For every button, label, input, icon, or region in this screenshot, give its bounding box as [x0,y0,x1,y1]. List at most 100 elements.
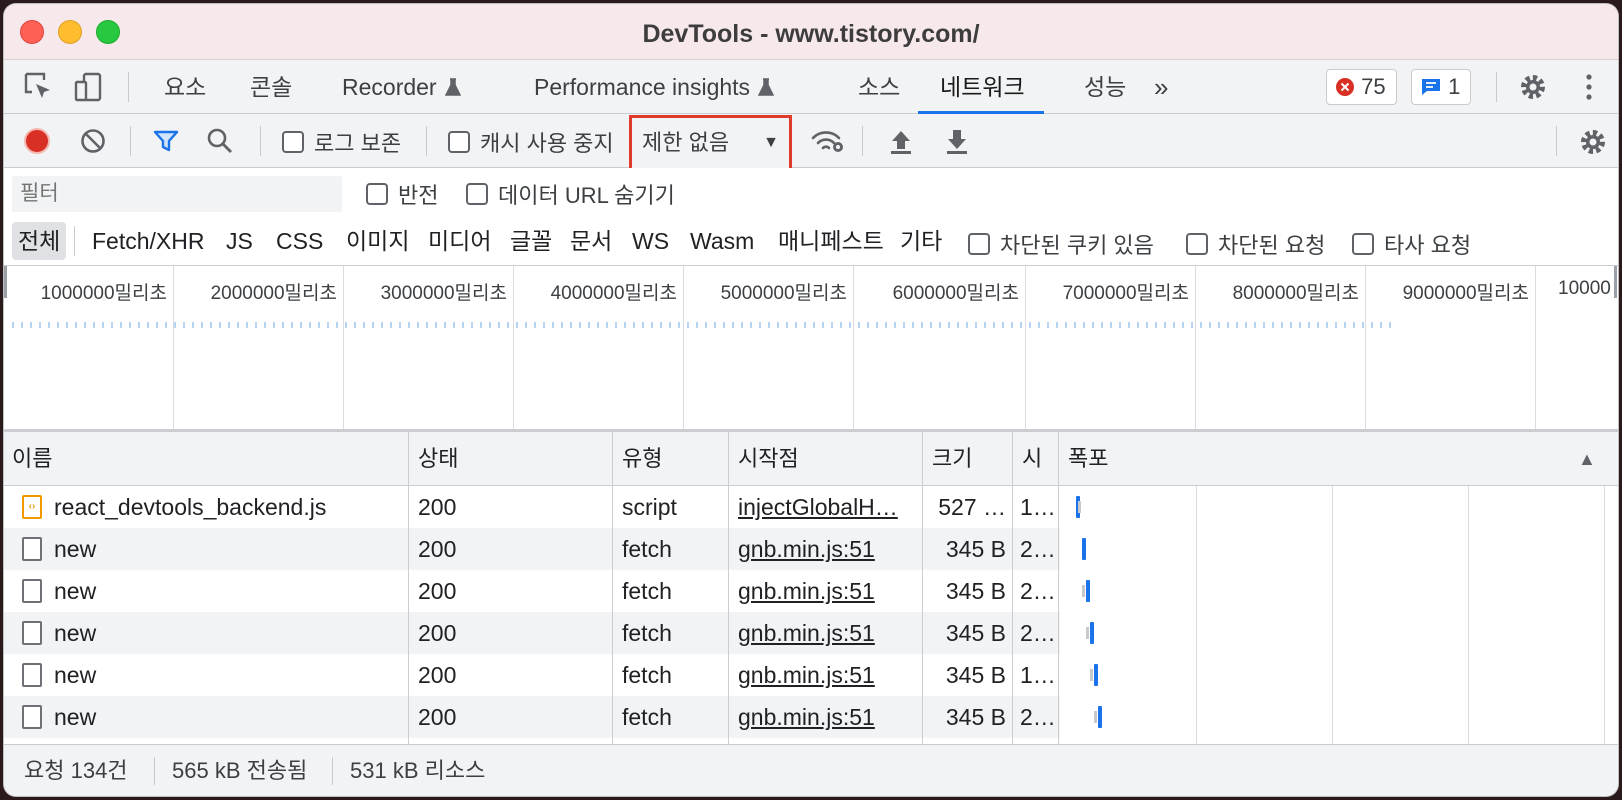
waterfall-bar [1082,538,1086,560]
device-toolbar-icon[interactable] [72,70,106,104]
column-divider[interactable] [612,432,613,744]
request-name: react_devtools_backend.js [54,494,327,520]
toolbar-divider [74,226,75,256]
type-filter-css[interactable]: CSS [272,222,327,260]
request-initiator-link[interactable]: gnb.min.js:51 [738,528,920,570]
column-header-status[interactable]: 상태 [410,432,612,486]
toolbar-divider [862,126,863,156]
table-row[interactable]: ‹› react_devtools_backend.js 200 script … [4,486,1060,528]
column-header-name[interactable]: 이름 [4,432,408,486]
network-settings-gear-icon[interactable] [1576,125,1610,159]
overview-grid-column: 3000000밀리초 [344,266,514,429]
checkbox-box[interactable] [968,233,990,255]
document-icon [22,537,42,561]
checkbox-box[interactable] [282,131,304,153]
request-type: fetch [622,578,672,604]
type-filter-font[interactable]: 글꼴 [506,222,556,260]
table-row[interactable]: new 200 fetch gnb.min.js:51 345 B 2… [4,528,1060,570]
search-icon[interactable] [206,127,234,155]
table-row[interactable]: new 200 fetch gnb.min.js:51 345 B 1… [4,654,1060,696]
column-header-time[interactable]: 시 [1014,432,1058,486]
request-size: 345 B [945,662,1006,688]
column-divider[interactable] [1012,432,1013,744]
request-initiator-link[interactable]: gnb.min.js:51 [738,654,920,696]
type-filter-fetch-xhr[interactable]: Fetch/XHR [88,222,208,260]
hide-data-urls-checkbox[interactable]: 데이터 URL 숨기기 [466,178,675,210]
type-filter-manifest[interactable]: 매니페스트 [774,222,888,260]
type-filter-media[interactable]: 미디어 [424,222,495,260]
table-row[interactable]: new 200 fetch gnb.min.js:51 345 B 2… [4,570,1060,612]
checkbox-box[interactable] [448,131,470,153]
network-conditions-icon[interactable] [810,127,846,155]
third-party-requests-checkbox[interactable]: 타사 요청 [1352,228,1471,260]
waterfall-area[interactable] [1066,486,1618,744]
message-count-badge[interactable]: 1 [1411,69,1472,105]
column-header-type[interactable]: 유형 [614,432,728,486]
export-har-icon[interactable] [944,127,970,155]
tab-network[interactable]: 네트워크 [938,60,1027,114]
request-initiator-link[interactable]: injectGlobalH… [738,486,920,528]
devtools-window: DevTools - www.tistory.com/ 요소 콘솔 Record… [4,4,1618,796]
request-name: new [54,578,97,604]
filter-input[interactable] [12,176,342,212]
tab-elements[interactable]: 요소 [162,60,208,114]
request-initiator-link[interactable]: gnb.min.js:51 [738,696,920,738]
sort-ascending-icon[interactable]: ▲ [1570,432,1610,486]
type-filter-js[interactable]: JS [222,222,257,260]
more-options-icon[interactable] [1572,70,1606,104]
type-filter-all[interactable]: 전체 [12,222,67,260]
column-divider[interactable] [408,432,409,744]
preserve-log-checkbox[interactable]: 로그 보존 [282,126,401,158]
overview-tick-label: 2000000밀리초 [210,283,337,304]
waterfall-wait [1094,711,1097,723]
tab-performance[interactable]: 성능 [1082,60,1128,114]
request-type: fetch [622,536,672,562]
tab-sources[interactable]: 소스 [856,60,902,114]
tab-performance-insights[interactable]: Performance insights [532,60,776,114]
inspect-element-icon[interactable] [22,70,56,104]
table-row[interactable]: new 200 fetch gnb.min.js:51 345 B 2… [4,696,1060,738]
filter-bar: 반전 데이터 URL 숨기기 [4,168,1618,216]
overview-tick-label: 10000 [1558,278,1611,299]
request-initiator-link[interactable]: gnb.min.js:51 [738,612,920,654]
document-icon [22,663,42,687]
type-filter-other[interactable]: 기타 [896,222,946,260]
checkbox-box[interactable] [1186,233,1208,255]
throttling-select[interactable]: 제한 없음 ▼ [629,115,792,171]
column-header-size[interactable]: 크기 [924,432,1012,486]
import-har-icon[interactable] [888,127,914,155]
network-overview-timeline[interactable]: 1000000밀리초 2000000밀리초 3000000밀리초 4000000… [4,266,1618,432]
request-time: 2… [1020,578,1056,604]
invert-checkbox[interactable]: 반전 [366,178,438,210]
settings-gear-icon[interactable] [1516,70,1550,104]
column-divider[interactable] [1058,432,1059,744]
more-tabs-button[interactable]: » [1152,60,1170,114]
disable-cache-checkbox[interactable]: 캐시 사용 중지 [448,126,614,158]
column-divider[interactable] [728,432,729,744]
column-header-waterfall[interactable]: 폭포 [1060,432,1560,486]
overview-tick-label: 9000000밀리초 [1402,283,1529,304]
tab-recorder[interactable]: Recorder [340,60,463,114]
checkbox-box[interactable] [1352,233,1374,255]
type-filter-ws[interactable]: WS [628,222,673,260]
tab-console[interactable]: 콘솔 [248,60,294,114]
column-divider[interactable] [922,432,923,744]
table-row[interactable]: new 200 fetch gnb.min.js:51 345 B 2… [4,612,1060,654]
clear-icon[interactable] [80,128,106,154]
type-filter-image[interactable]: 이미지 [342,222,413,260]
blocked-cookies-label: 차단된 쿠키 있음 [1000,233,1154,258]
type-filter-doc[interactable]: 문서 [566,222,616,260]
filter-icon[interactable] [152,127,180,155]
blocked-requests-checkbox[interactable]: 차단된 요청 [1186,228,1325,260]
overview-right-handle[interactable] [1614,266,1617,298]
overview-grid-column: 7000000밀리초 [1026,266,1196,429]
record-button[interactable] [24,128,50,154]
request-size: 345 B [945,704,1006,730]
error-count-badge[interactable]: 75 [1326,69,1397,105]
checkbox-box[interactable] [466,183,488,205]
type-filter-wasm[interactable]: Wasm [686,222,758,260]
request-initiator-link[interactable]: gnb.min.js:51 [738,570,920,612]
blocked-cookies-checkbox[interactable]: 차단된 쿠키 있음 [968,228,1154,260]
column-header-initiator[interactable]: 시작점 [730,432,922,486]
checkbox-box[interactable] [366,183,388,205]
